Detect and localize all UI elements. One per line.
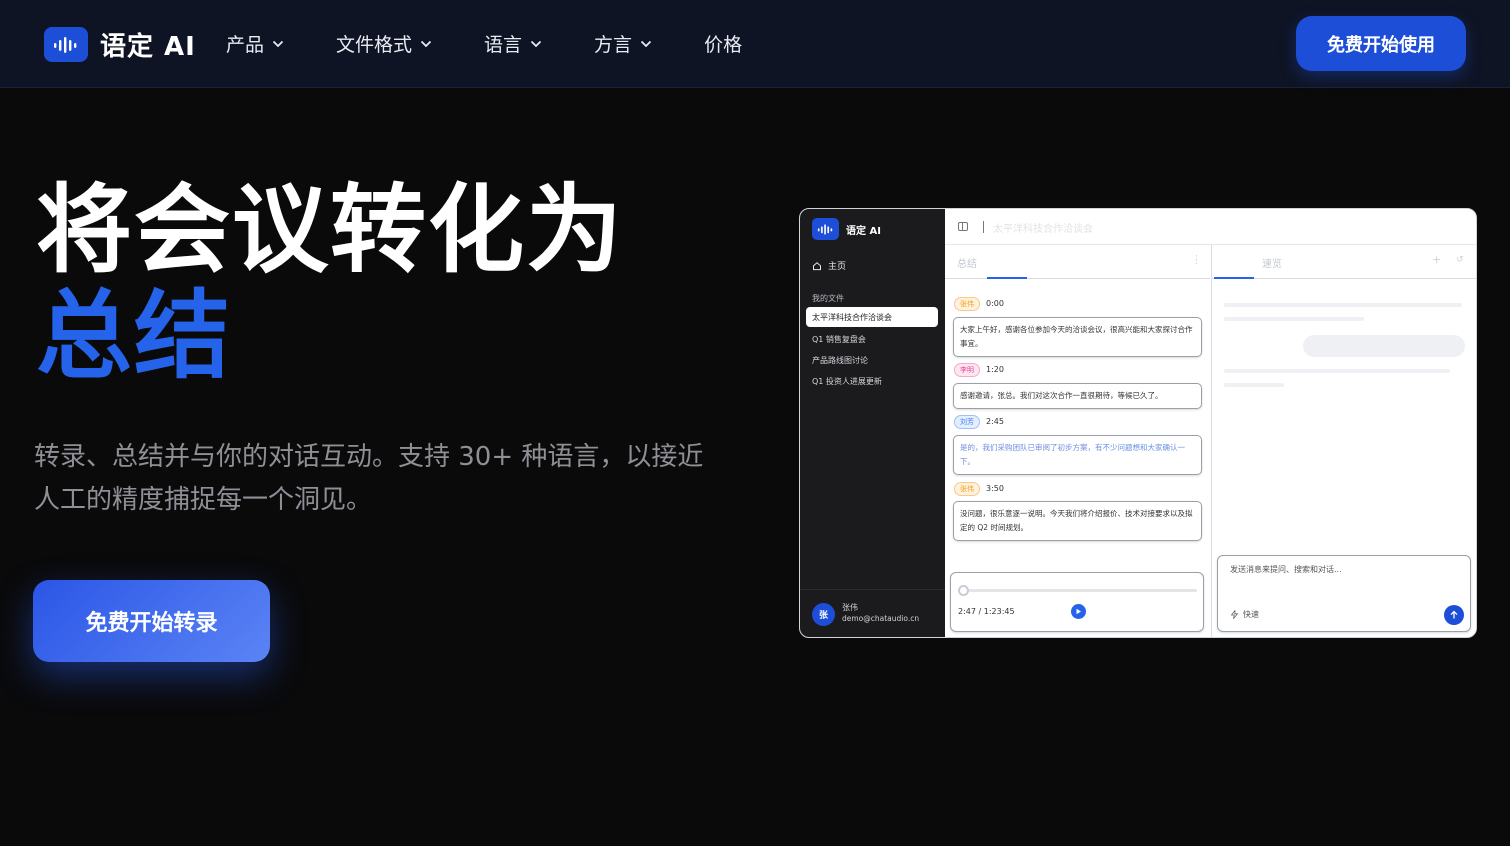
speaker-badge: 张伟 xyxy=(954,297,980,311)
document-title: 太平洋科技合作洽谈会 xyxy=(993,224,1093,235)
transcript-segment[interactable]: 没问题，很乐意逐一说明。今天我们将介绍报价、技术对接要求以及拟定的 Q2 时间规… xyxy=(953,501,1202,541)
speaker-badge: 刘芳 xyxy=(954,415,980,429)
home-icon xyxy=(813,261,821,270)
segment-timestamp[interactable]: 2:45 xyxy=(986,417,1004,426)
chevron-down-icon xyxy=(640,40,652,47)
segment-timestamp[interactable]: 1:20 xyxy=(986,365,1004,374)
chat-message-line xyxy=(1224,369,1450,373)
user-email: demo@chataudio.cn xyxy=(842,614,920,623)
speaker-badge: 张伟 xyxy=(954,482,980,496)
tab-summary[interactable]: 总结 xyxy=(957,255,977,270)
menu-pricing-label: 价格 xyxy=(704,34,743,56)
menu-file-formats-label: 文件格式 xyxy=(336,34,413,56)
app-sidebar: 语定 AI 主页 我的文件 太平洋科技合作洽谈会 Q1 销售复盘会 产品路线图讨… xyxy=(800,209,945,637)
progress-handle[interactable] xyxy=(958,585,969,596)
chat-input[interactable]: 发送消息来提问、搜索和对话... 快速 xyxy=(1217,555,1471,632)
play-icon xyxy=(1076,608,1081,615)
transcript-pane: 总结 ⋮ 张伟 0:00 大家上午好，感谢各位参加今天的洽谈会议，很高兴能和大家… xyxy=(945,245,1210,637)
transcript-segment[interactable]: 感谢邀请，张总。我们对这次合作一直很期待，等候已久了。 xyxy=(953,383,1202,409)
start-free-button[interactable]: 免费开始使用 xyxy=(1296,16,1466,71)
transcript-tabbar: 总结 ⋮ xyxy=(945,245,1210,279)
chevron-down-icon xyxy=(530,40,542,47)
waveform-icon xyxy=(812,218,839,240)
sidebar-item-home[interactable]: 主页 xyxy=(812,259,846,272)
playback-time: 2:47 / 1:23:45 xyxy=(958,607,1015,616)
speaker-badge: 李明 xyxy=(954,363,980,377)
transcript-segment[interactable]: 大家上午好，感谢各位参加今天的洽谈会议，很高兴能和大家探讨合作事宜。 xyxy=(953,317,1202,357)
chat-tabbar: 速览 + ↺ xyxy=(1212,245,1476,279)
chat-message-line xyxy=(1224,317,1364,321)
main-menu: 产品 文件格式 语言 方言 价格 xyxy=(226,30,742,57)
sidebar-home-label: 主页 xyxy=(828,262,847,272)
chevron-down-icon xyxy=(272,40,284,47)
history-icon[interactable]: ↺ xyxy=(1456,255,1464,265)
app-topbar: 太平洋科技合作洽谈会 xyxy=(945,209,1476,245)
chat-message-line xyxy=(1224,303,1462,307)
sidebar-file-item[interactable]: 太平洋科技合作洽谈会 xyxy=(806,307,938,327)
chat-message-line xyxy=(1224,383,1284,387)
progress-track[interactable] xyxy=(959,589,1197,592)
quick-mode-toggle[interactable]: 快速 xyxy=(1230,609,1259,620)
menu-products[interactable]: 产品 xyxy=(226,30,284,57)
files-section-heading: 我的文件 xyxy=(812,294,844,303)
chevron-down-icon xyxy=(420,40,432,47)
audio-player: 2:47 / 1:23:45 xyxy=(950,572,1204,632)
hero-title: 将会议转化为 xyxy=(36,174,624,286)
send-button[interactable] xyxy=(1444,605,1464,625)
brand-name: 语定 AI xyxy=(100,32,196,62)
menu-file-formats[interactable]: 文件格式 xyxy=(336,30,432,57)
transcript-segment-active[interactable]: 是的，我们采购团队已审阅了初步方案，有不少问题想和大家确认一下。 xyxy=(953,435,1202,475)
app-logo-text: 语定 AI xyxy=(846,225,881,237)
menu-products-label: 产品 xyxy=(226,34,265,56)
divider xyxy=(983,221,984,233)
chat-input-placeholder: 发送消息来提问、搜索和对话... xyxy=(1230,565,1342,574)
segment-timestamp[interactable]: 0:00 xyxy=(986,299,1004,308)
app-logo[interactable]: 语定 AI xyxy=(812,218,881,240)
add-icon[interactable]: + xyxy=(1432,253,1441,266)
brand-logo[interactable]: 语定 AI xyxy=(44,26,196,63)
top-navbar: 语定 AI 产品 文件格式 语言 方言 价格 免费开始使用 xyxy=(0,0,1510,88)
user-message-bubble xyxy=(1303,335,1465,357)
app-preview-window: 语定 AI 主页 我的文件 太平洋科技合作洽谈会 Q1 销售复盘会 产品路线图讨… xyxy=(799,208,1477,638)
user-profile[interactable]: 张 张伟 demo@chataudio.cn xyxy=(800,589,945,637)
lightning-icon xyxy=(1230,610,1239,619)
menu-dialects[interactable]: 方言 xyxy=(594,30,652,57)
sidebar-toggle-icon[interactable] xyxy=(958,222,968,231)
play-button[interactable] xyxy=(1071,604,1086,619)
user-name: 张伟 xyxy=(842,603,858,612)
quick-mode-label: 快速 xyxy=(1243,610,1259,619)
hero-subtitle: 转录、总结并与你的对话互动。支持 30+ 种语言，以接近人工的精度捕捉每一个洞见… xyxy=(34,442,704,515)
menu-languages-label: 语言 xyxy=(484,34,523,56)
sidebar-file-item[interactable]: 产品路线图讨论 xyxy=(806,350,938,370)
tab-active-indicator xyxy=(1214,277,1254,279)
tab-active-indicator xyxy=(987,277,1027,279)
menu-pricing[interactable]: 价格 xyxy=(704,30,742,57)
avatar: 张 xyxy=(812,603,835,626)
start-transcribing-button[interactable]: 免费开始转录 xyxy=(33,580,270,662)
arrow-up-icon xyxy=(1450,610,1458,619)
menu-languages[interactable]: 语言 xyxy=(484,30,542,57)
sidebar-file-item[interactable]: Q1 投资人进展更新 xyxy=(806,371,938,391)
more-options-icon[interactable]: ⋮ xyxy=(1191,253,1202,266)
tab-overview[interactable]: 速览 xyxy=(1262,255,1282,270)
chat-pane: 速览 + ↺ 发送消息来提问、搜索和对话... 快速 xyxy=(1211,245,1476,637)
sidebar-file-item[interactable]: Q1 销售复盘会 xyxy=(806,329,938,349)
segment-timestamp[interactable]: 3:50 xyxy=(986,484,1004,493)
hero-title-highlight: 总结 xyxy=(36,280,232,392)
menu-dialects-label: 方言 xyxy=(594,34,633,56)
waveform-icon xyxy=(44,27,88,62)
